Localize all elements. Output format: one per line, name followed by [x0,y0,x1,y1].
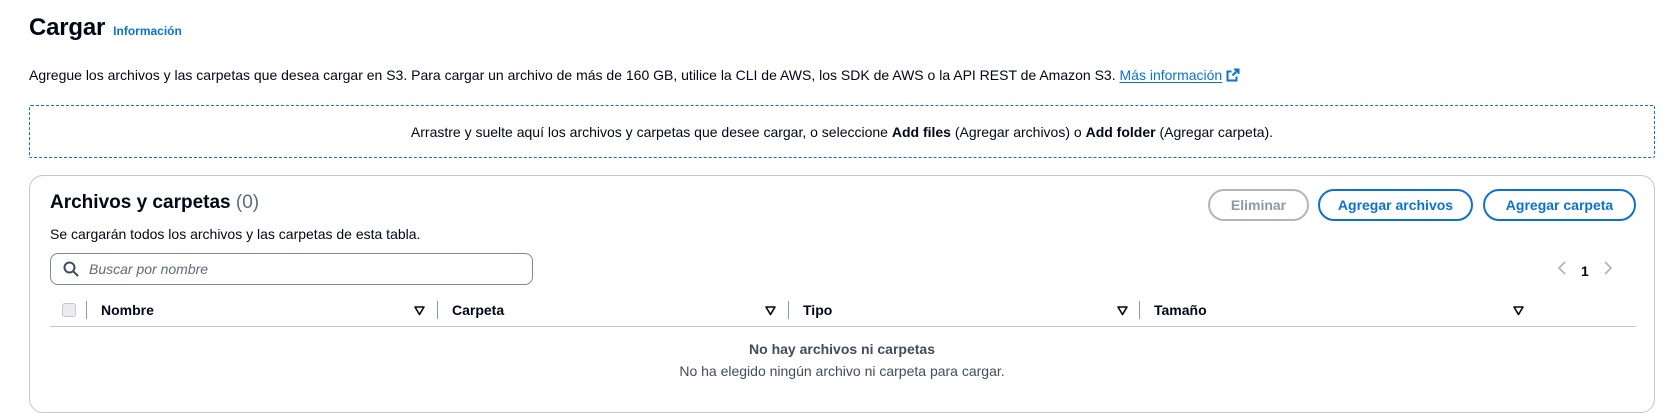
dropzone-add-files: Add files [891,123,951,140]
page-title: Cargar [29,14,106,41]
column-header-tamano[interactable]: Tamaño [1139,293,1529,327]
chevron-left-icon[interactable] [1557,261,1567,280]
panel-description: Se cargarán todos los archivos y las car… [50,226,421,242]
sort-icon [414,305,425,315]
page-header: Cargar Información [29,14,182,42]
panel-title: Archivos y carpetas (0) [50,192,259,214]
search-box [50,253,533,285]
empty-state-description: No ha elegido ningún archivo ni carpeta … [679,363,1005,379]
dropzone-text-3: (Agregar carpeta). [1155,123,1274,140]
add-files-button[interactable]: Agregar archivos [1318,189,1473,221]
column-header-carpeta[interactable]: Carpeta [437,293,788,327]
column-label-tipo: Tipo [803,302,833,318]
sort-icon [765,305,776,315]
column-divider [788,301,789,319]
add-folder-button[interactable]: Agregar carpeta [1483,189,1636,221]
description-text: Agregue los archivos y las carpetas que … [29,67,1116,83]
dropzone-text-2: (Agregar archivos) o [950,123,1086,140]
file-count: (0) [235,192,260,213]
column-divider [86,301,87,319]
external-link-icon [1226,68,1240,82]
pagination: 1 [1557,261,1613,280]
search-input[interactable] [89,261,519,277]
panel-title-text: Archivos y carpetas [50,192,231,213]
column-header-tipo[interactable]: Tipo [788,293,1139,327]
column-label-carpeta: Carpeta [452,302,505,318]
dropzone-text-1: Arrastre y suelte aquí los archivos y ca… [410,123,892,140]
more-info-link-label: Más información [1119,67,1223,83]
column-label-tamano: Tamaño [1154,302,1207,318]
select-all-checkbox[interactable] [62,302,76,317]
table-header: Nombre Carpeta Tipo Tamaño [50,293,1636,327]
delete-button[interactable]: Eliminar [1208,189,1309,221]
column-divider [1139,301,1140,319]
column-header-nombre[interactable]: Nombre [86,293,436,327]
sort-icon [1513,305,1524,315]
info-link[interactable]: Información [113,24,182,38]
empty-state-title: No hay archivos ni carpetas [749,341,935,357]
current-page[interactable]: 1 [1581,263,1589,279]
drop-zone[interactable]: Arrastre y suelte aquí los archivos y ca… [29,105,1655,158]
column-divider [437,301,438,319]
search-icon [63,261,79,277]
files-panel: Archivos y carpetas (0) Se cargarán todo… [29,175,1655,413]
chevron-right-icon[interactable] [1603,261,1613,280]
dropzone-add-folder: Add folder [1085,123,1156,140]
page-description: Agregue los archivos y las carpetas que … [29,67,1240,83]
column-label-nombre: Nombre [101,302,154,318]
more-info-link[interactable]: Más información [1120,67,1241,83]
sort-icon [1117,305,1128,315]
